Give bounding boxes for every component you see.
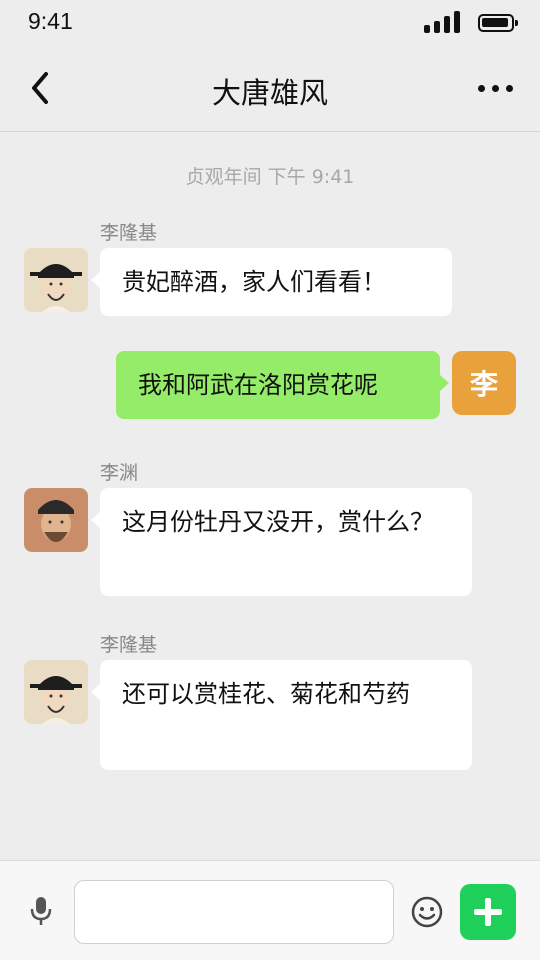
- message-bubble[interactable]: 贵妃醉酒，家人们看看！: [91, 248, 452, 316]
- sender-name: 李隆基: [100, 634, 158, 656]
- nav-bar: 大唐雄风: [0, 46, 540, 132]
- message-bubble[interactable]: 这月份牡丹又没开，赏什么？: [91, 488, 472, 596]
- sender-name: 李渊: [100, 462, 139, 484]
- plus-button[interactable]: [460, 884, 516, 940]
- signal-icon: [424, 11, 466, 33]
- page-title: 大唐雄风: [211, 76, 328, 110]
- message-bubble[interactable]: 还可以赏桂花、菊花和芍药: [91, 660, 472, 770]
- smiley-icon: [411, 896, 443, 928]
- chat-timestamp: 贞观年间 下午 9:41: [185, 166, 355, 188]
- input-bar: [0, 860, 540, 960]
- status-time: 9:41: [28, 8, 73, 34]
- avatar[interactable]: [24, 660, 88, 724]
- emoji-button[interactable]: [410, 895, 444, 929]
- microphone-icon: [30, 897, 52, 925]
- emperor-portrait-icon: [24, 660, 88, 724]
- more-button[interactable]: [474, 74, 518, 102]
- emperor-portrait-icon: [24, 488, 88, 552]
- avatar[interactable]: [24, 248, 88, 312]
- sender-name: 李隆基: [100, 222, 158, 244]
- voice-button[interactable]: [26, 895, 56, 927]
- my-avatar[interactable]: 李: [452, 351, 516, 415]
- more-dots-icon: [478, 85, 485, 92]
- message-bubble-mine[interactable]: 我和阿武在洛阳赏花呢: [116, 351, 449, 419]
- avatar[interactable]: [24, 488, 88, 552]
- status-bar: 9:41: [0, 0, 540, 46]
- emperor-portrait-icon: [24, 248, 88, 312]
- battery-icon: [478, 14, 518, 32]
- chat-area[interactable]: 贞观年间 下午 9:41 李隆基 贵妃醉酒，家人们看看！ 我和阿武在洛阳赏花呢 …: [0, 132, 540, 860]
- message-input[interactable]: [74, 880, 394, 944]
- chat-screen: 9:41 大唐雄风 贞观年间 下午 9:41 李隆基 贵妃醉酒，家人们看看！ 我…: [0, 0, 540, 960]
